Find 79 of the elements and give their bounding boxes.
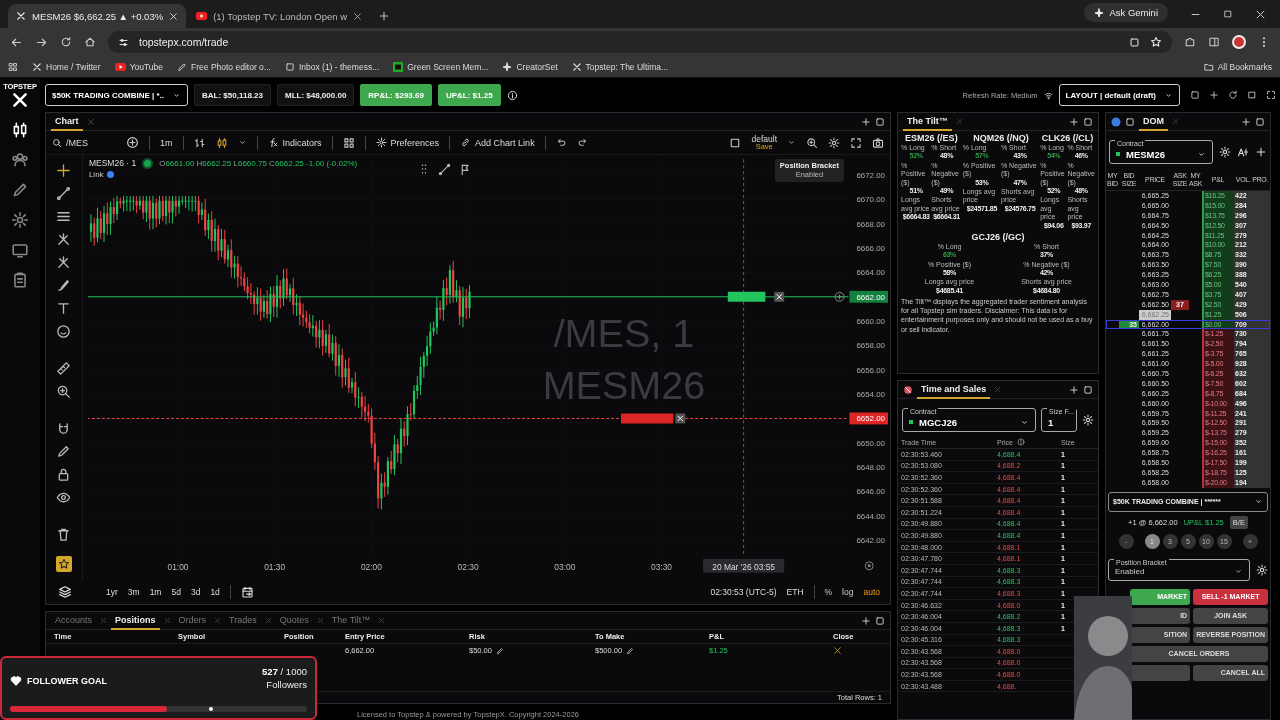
time-label: 01:30: [264, 561, 286, 572]
scale-button[interactable]: auto: [863, 587, 880, 597]
range-button[interactable]: 1yr: [106, 587, 118, 597]
price-label: 6670.00: [856, 195, 885, 205]
bookmark-link[interactable]: Free Photo editor o...: [177, 61, 271, 72]
price-label: 6658.00: [856, 341, 885, 351]
panel-tab[interactable]: Time and Sales: [917, 380, 991, 399]
time-label: 03:30: [650, 561, 672, 572]
account-stat: UP&L: $1.25: [437, 84, 501, 106]
all-bookmarks-button[interactable]: All Bookmarks: [1203, 61, 1272, 72]
panel-tab[interactable]: DOM: [1139, 112, 1168, 131]
price-label: 6664.00: [856, 268, 885, 278]
assistant-button[interactable]: Ask Gemini: [1084, 3, 1168, 22]
market-title: NQM26 (/NQ): [973, 133, 1029, 143]
chart-link-toggle[interactable]: Link: [88, 170, 358, 179]
panel-tab[interactable]: The Tilt™: [327, 611, 375, 630]
scale-button[interactable]: log: [842, 587, 854, 597]
layout-name[interactable]: default: [751, 134, 777, 143]
market-title: ESM26 (/ES): [905, 133, 958, 143]
symbol-search[interactable]: /MES: [52, 137, 88, 148]
price-label: 6656.00: [856, 365, 885, 375]
range-button[interactable]: 1d: [210, 587, 220, 597]
time-label: 02:30: [457, 561, 479, 572]
account-select[interactable]: $50K TRADING COMBINE | *..: [45, 84, 189, 106]
time-label: 03:00: [554, 561, 576, 572]
range-button[interactable]: 1m: [149, 587, 162, 597]
account-stat: RP&L: $293.69: [360, 84, 432, 106]
ohlc-readout: O6661.00 H6662.25 L6660.75 C6662.25 -1.00 (-0.02%): [159, 158, 358, 168]
market-title: GCJ26 (/GC): [971, 231, 1025, 242]
price-label: 6666.00: [856, 244, 885, 254]
time-label: 01:00: [167, 561, 189, 572]
price-label: 6644.00: [856, 511, 885, 521]
toolbar-button[interactable]: Preferences: [375, 137, 440, 148]
scale-button[interactable]: %: [824, 587, 833, 597]
price-label: 6650.00: [856, 438, 885, 448]
panel-tab[interactable]: The Tilt™: [903, 112, 952, 131]
panel-tab[interactable]: Trades: [225, 611, 261, 630]
layout-select[interactable]: LAYOUT | default (draft): [1058, 84, 1180, 106]
chart-symbol-title: MESM26 · 1: [88, 158, 137, 168]
account-stat: BAL: $50,118.23: [194, 84, 271, 106]
interval-button[interactable]: 1m: [160, 137, 173, 148]
price-label: 6642.00: [856, 536, 885, 546]
market-title: CLK26 (/CL): [1041, 133, 1094, 143]
price-label: 6672.00: [856, 171, 885, 181]
price-label: 6648.00: [856, 463, 885, 473]
crosshair-time-tag: 20 Mar '26 03:55: [703, 558, 785, 573]
browser-tab[interactable]: MESM26 $6,662.25 ▲ +0.03%: [8, 4, 187, 28]
bookmark-link[interactable]: CreatorSet: [502, 61, 558, 72]
bookmark-link[interactable]: Home / Twitter: [32, 61, 101, 72]
panel-tab[interactable]: Accounts: [51, 611, 97, 630]
follower-count: 527 / 1000: [262, 666, 307, 677]
panel-tab[interactable]: Orders: [174, 611, 211, 630]
bookmark-link[interactable]: YouTube: [114, 61, 164, 72]
price-label: 6668.00: [856, 219, 885, 229]
price-tag: 6662.00: [849, 290, 888, 303]
price-label: 6646.00: [856, 487, 885, 497]
toolbar-button[interactable]: Indicators: [267, 137, 322, 148]
panel-tab[interactable]: Chart: [51, 112, 83, 131]
price-label: 6654.00: [856, 390, 885, 400]
range-button[interactable]: 5d: [171, 587, 181, 597]
bookmark-link[interactable]: Green Screen Mem...: [393, 61, 489, 72]
range-button[interactable]: 3d: [190, 587, 201, 597]
range-button[interactable]: 3m: [127, 587, 140, 597]
bookmark-link[interactable]: Topstep: The Ultima...: [571, 61, 669, 72]
chart-clock: 02:30:53 (UTC-5): [710, 587, 777, 597]
address-bar[interactable]: topstepx.com/trade: [108, 31, 1172, 53]
goal-title: FOLLOWER GOAL: [27, 676, 107, 686]
bookmark-link[interactable]: Inbox (1) - themess...: [284, 61, 380, 72]
panel-tab[interactable]: Positions: [111, 611, 160, 630]
account-stat: MLL: $48,000.00: [276, 84, 355, 106]
price-label: 6660.00: [856, 317, 885, 327]
price-tag: 6652.00: [849, 412, 888, 425]
follower-unit: Followers: [266, 679, 307, 690]
panel-tab[interactable]: Quotes: [275, 611, 313, 630]
link-label: Link: [88, 170, 104, 179]
toolbar-button[interactable]: Add Chart Link: [460, 137, 535, 148]
session-button[interactable]: ETH: [786, 587, 804, 597]
time-label: 02:00: [360, 561, 382, 572]
browser-tab[interactable]: (1) Topstep TV: London Open w: [188, 4, 371, 28]
